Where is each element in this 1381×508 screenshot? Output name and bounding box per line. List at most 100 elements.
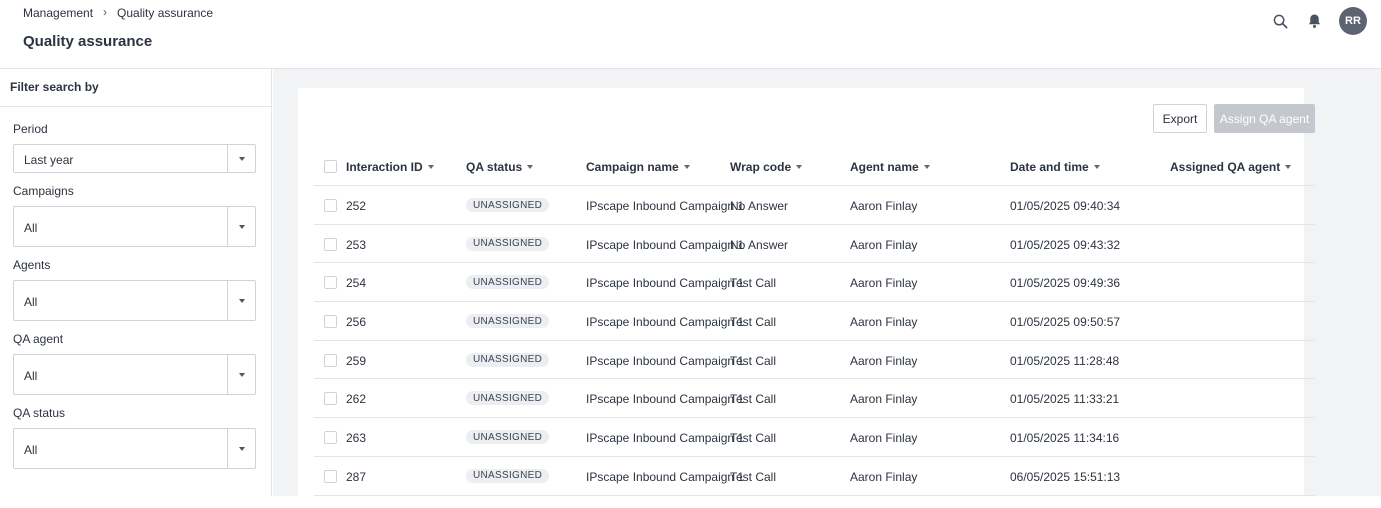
period-select[interactable]: Last year [13,144,256,173]
qa-status-select[interactable]: All [13,428,256,469]
filter-label-qa-status: QA status [13,406,66,420]
status-badge: UNASSIGNED [466,236,550,251]
row-checkbox[interactable] [324,199,337,212]
results-card: Export Assign QA agent Interaction ID QA… [298,88,1315,508]
chevron-down-icon[interactable] [227,281,255,320]
filter-label-qa-agent: QA agent [13,332,64,346]
cell-agent-name: Aaron Finlay [850,392,918,407]
cell-campaign-name: IPscape Inbound Campaign 1 [586,431,745,446]
cell-wrap-code: Test Call [730,392,777,407]
cell-agent-name: Aaron Finlay [850,199,918,213]
chevron-down-icon[interactable] [227,355,255,394]
row-checkbox[interactable] [324,237,337,251]
qa-status-select-value: All [24,443,38,457]
cell-agent-name: Aaron Finlay [850,469,918,484]
table-row[interactable]: 259 UNASSIGNED IPscape Inbound Campaign 1T… [314,341,1315,380]
column-header-qa-status[interactable]: QA status [466,160,534,174]
main-content: Export Assign QA agent Interaction ID QA… [273,69,1381,508]
search-icon[interactable] [1271,12,1289,30]
row-checkbox[interactable] [324,276,337,290]
cell-wrap-code: No Answer [730,199,789,213]
avatar[interactable]: RR [1339,7,1367,35]
agents-select[interactable]: All [13,280,256,321]
sort-caret-icon [683,165,690,169]
filter-label-agents: Agents [13,258,51,272]
cell-date-time: 01/05/2025 11:28:48 [1010,353,1120,368]
cell-wrap-code: No Answer [730,237,789,252]
interactions-table: Interaction ID QA status Campaign name W… [314,146,1315,496]
cell-date-time: 06/05/2025 15:51:13 [1010,469,1121,484]
column-header-wrap-code[interactable]: Wrap code [730,160,803,174]
cell-agent-name: Aaron Finlay [850,353,918,368]
qa-agent-select[interactable]: All [13,354,256,395]
qa-agent-select-value: All [24,369,38,383]
filter-label-campaigns: Campaigns [13,184,74,198]
cell-campaign-name: IPscape Inbound Campaign 1 [586,469,745,484]
cell-date-time: 01/05/2025 11:34:16 [1010,431,1120,446]
campaigns-select[interactable]: All [13,206,256,247]
campaigns-select-value: All [24,221,38,235]
cell-date-time: 01/05/2025 09:49:36 [1010,276,1121,291]
sort-caret-icon [527,165,534,169]
filter-sidebar: Filter search by Period Last year Campai… [0,69,272,496]
row-checkbox[interactable] [324,392,337,406]
row-checkbox[interactable] [324,315,337,329]
export-button[interactable]: Export [1153,104,1207,133]
table-row[interactable]: 253 UNASSIGNED IPscape Inbound Campaign 1N… [314,225,1315,264]
cell-wrap-code: Test Call [730,353,777,368]
table-row[interactable]: 263 UNASSIGNED IPscape Inbound Campaign 1T… [314,418,1315,457]
cell-interaction-id: 254 [346,276,367,291]
table-row[interactable]: 287 UNASSIGNED IPscape Inbound Campaign 1T… [314,457,1315,496]
cell-campaign-name: IPscape Inbound Campaign 1 [586,199,745,213]
row-checkbox[interactable] [324,469,337,483]
status-badge: UNASSIGNED [466,430,550,445]
cell-date-time: 01/05/2025 11:33:21 [1010,392,1120,407]
table-row[interactable]: 254 UNASSIGNED IPscape Inbound Campaign 1T… [314,263,1315,303]
bell-icon[interactable] [1305,12,1323,30]
column-header-campaign-name[interactable]: Campaign name [586,160,690,174]
cell-agent-name: Aaron Finlay [850,431,918,446]
status-badge: UNASSIGNED [466,314,550,329]
filter-label-period: Period [13,122,48,136]
column-header-interaction-id[interactable]: Interaction ID [346,160,434,174]
status-badge: UNASSIGNED [466,352,550,367]
breadcrumb: Management › Quality assurance [23,5,214,20]
agents-select-value: All [24,295,38,309]
table-row[interactable]: 262 UNASSIGNED IPscape Inbound Campaign 1T… [314,379,1315,419]
row-checkbox[interactable] [324,353,337,367]
breadcrumb-item-current: Quality assurance [117,6,214,20]
status-badge: UNASSIGNED [466,391,550,406]
chevron-down-icon[interactable] [227,207,255,246]
sort-caret-icon [427,165,434,169]
cell-agent-name: Aaron Finlay [850,315,918,330]
cell-interaction-id: 252 [346,199,367,213]
column-header-assigned-qa-agent[interactable]: Assigned QA agent [1170,160,1292,174]
sort-caret-icon [923,165,930,169]
cell-interaction-id: 262 [346,392,367,407]
column-header-date-time[interactable]: Date and time [1010,160,1100,174]
table-row[interactable]: 256 UNASSIGNED IPscape Inbound Campaign 1T… [314,302,1315,341]
cell-interaction-id: 287 [346,469,367,484]
select-all-checkbox[interactable] [324,160,337,173]
status-badge: UNASSIGNED [466,198,550,212]
header-actions: RR [1271,7,1367,35]
cell-date-time: 01/05/2025 09:43:32 [1010,237,1121,252]
cell-interaction-id: 259 [346,353,367,368]
sort-caret-icon [1093,165,1100,169]
table-header: Interaction ID QA status Campaign name W… [314,146,1315,186]
assign-qa-agent-button[interactable]: Assign QA agent [1214,104,1315,133]
sidebar-title: Filter search by [0,69,271,107]
status-badge: UNASSIGNED [466,275,550,290]
column-header-agent-name[interactable]: Agent name [850,160,930,174]
cell-date-time: 01/05/2025 09:40:34 [1010,199,1121,213]
table-row[interactable]: 252 UNASSIGNED IPscape Inbound Campaign 1N… [314,186,1315,225]
row-checkbox[interactable] [324,431,337,445]
cell-wrap-code: Test Call [730,431,777,446]
sort-caret-icon [1285,165,1292,169]
app-header: Management › Quality assurance Quality a… [0,0,1381,69]
chevron-down-icon[interactable] [227,145,255,172]
cell-campaign-name: IPscape Inbound Campaign 1 [586,392,745,407]
breadcrumb-item-management[interactable]: Management [23,6,93,20]
breadcrumb-separator-icon: › [103,5,108,19]
chevron-down-icon[interactable] [227,429,255,468]
